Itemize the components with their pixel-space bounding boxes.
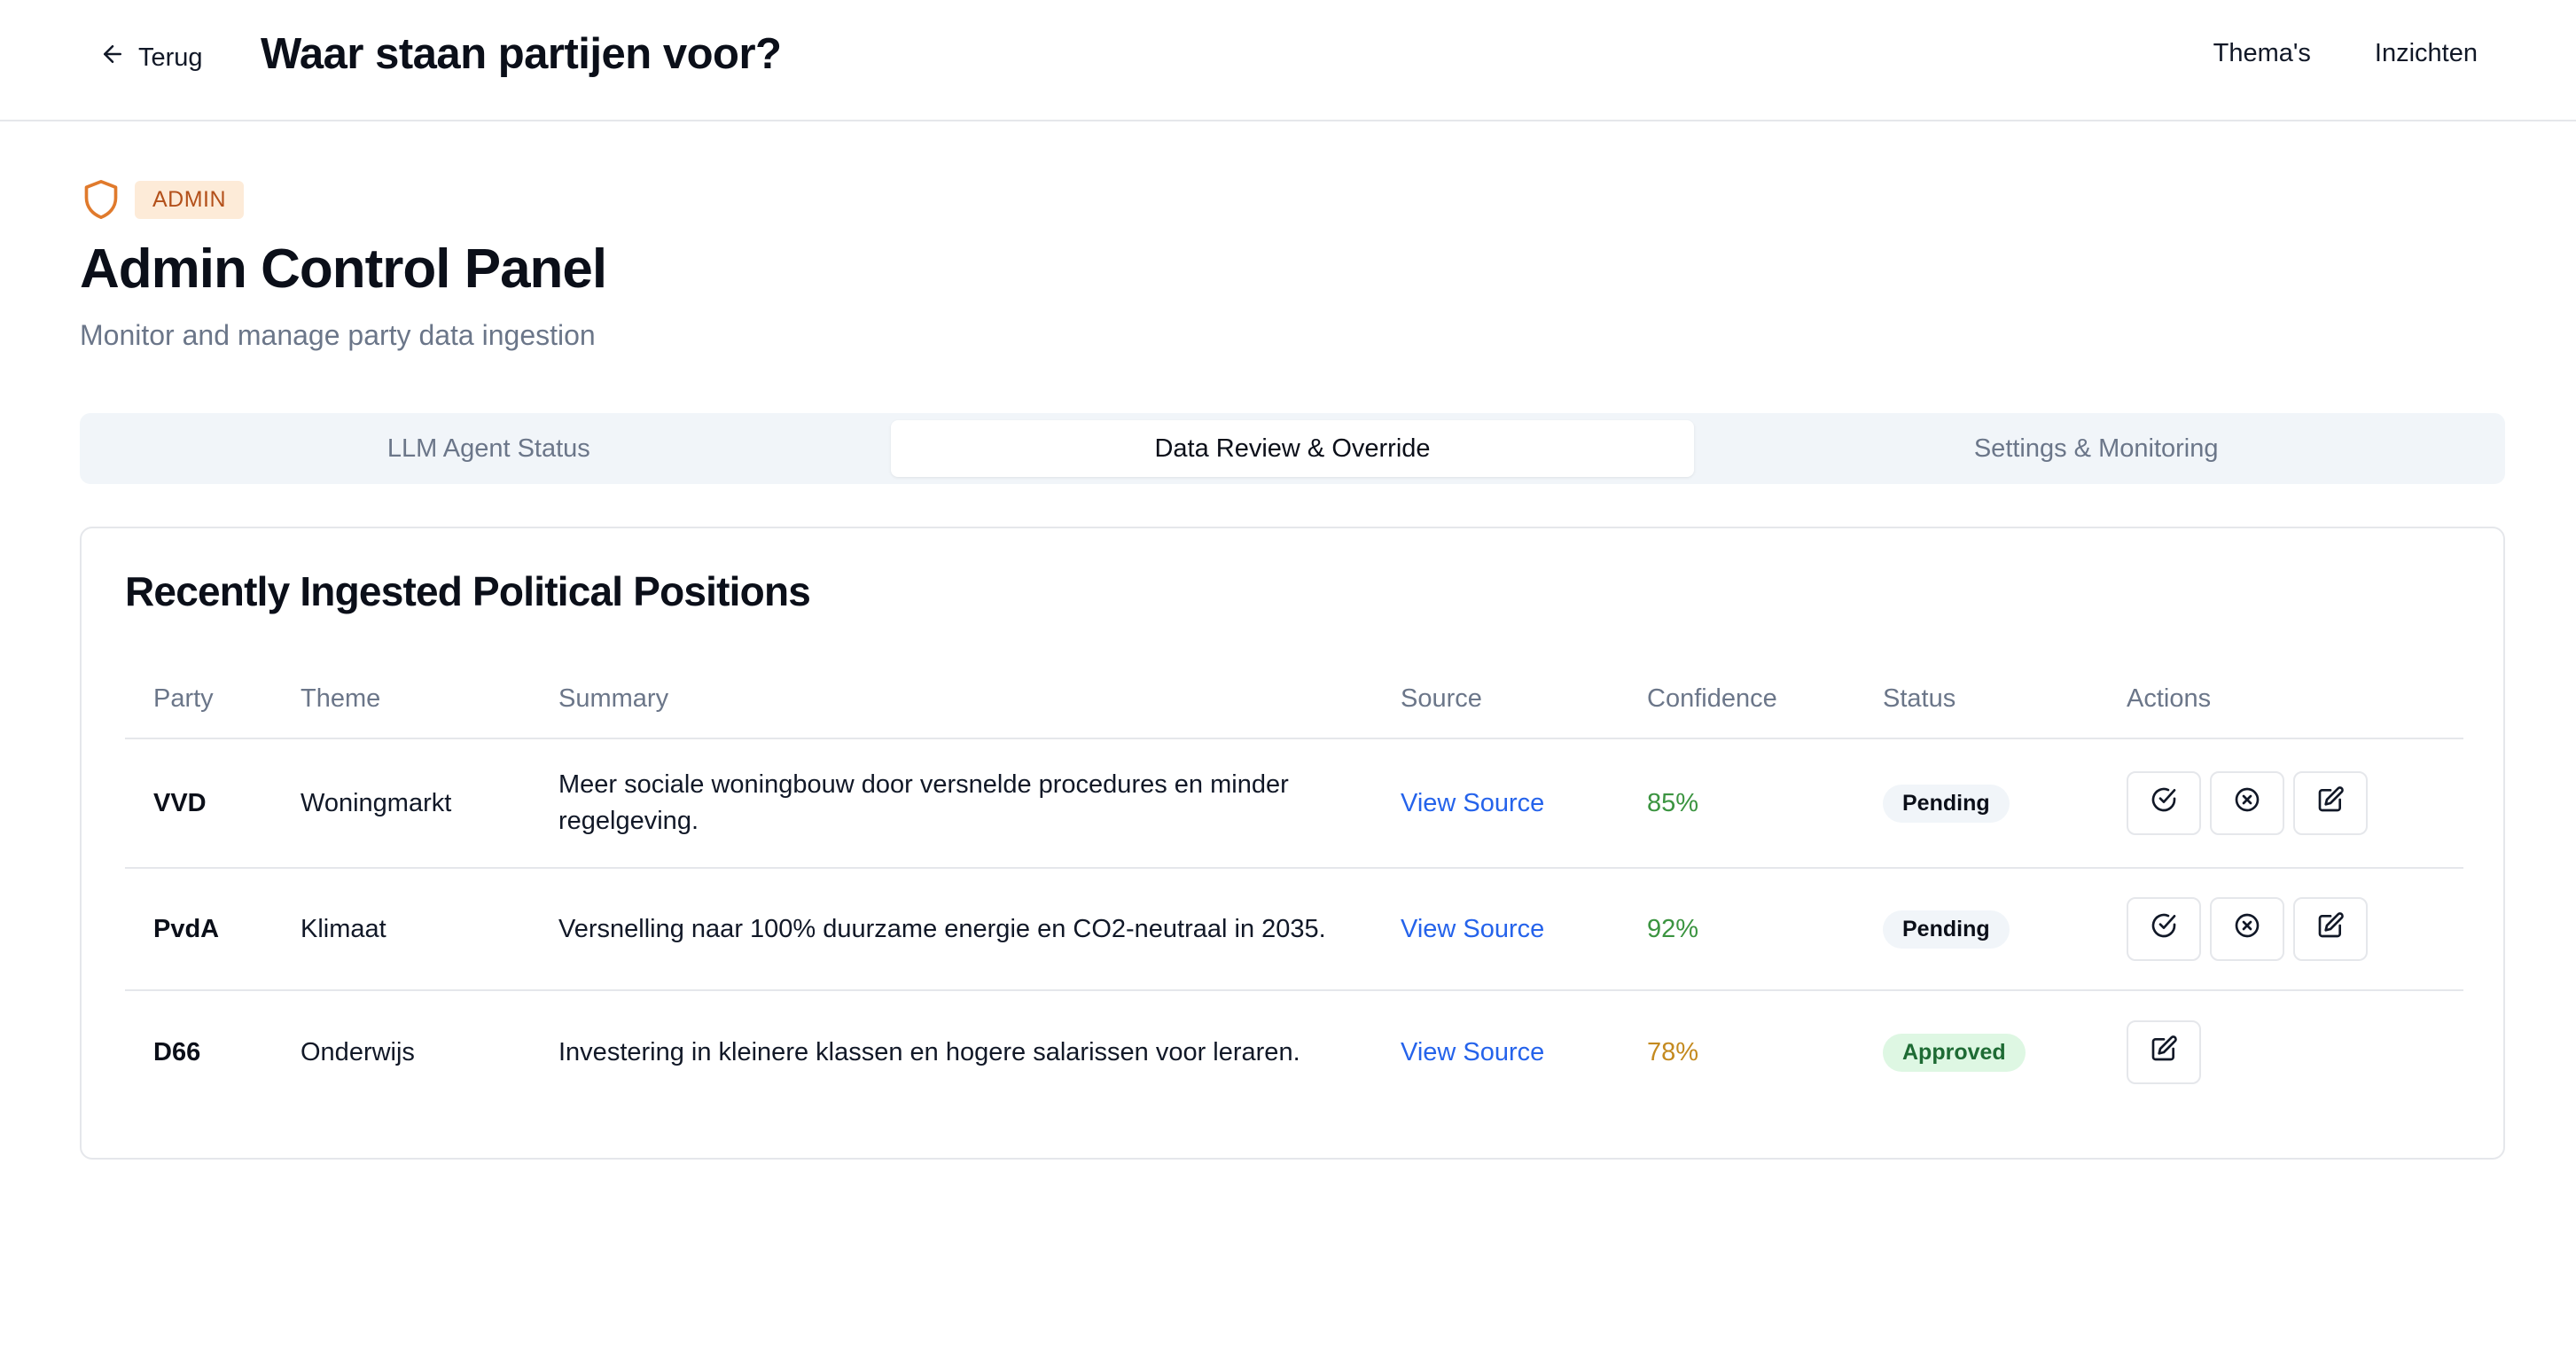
tab-llm-agent-status[interactable]: LLM Agent Status	[87, 420, 891, 477]
theme-cell: Onderwijs	[301, 1037, 415, 1066]
party-cell: VVD	[153, 788, 207, 817]
confidence-cell: 92%	[1647, 914, 1699, 943]
back-link[interactable]: Terug	[99, 39, 203, 76]
card-title: Recently Ingested Political Positions	[125, 568, 811, 614]
tab-data-review-override[interactable]: Data Review & Override	[890, 420, 1695, 477]
status-cell: Approved	[1854, 1033, 2098, 1072]
view-source-link[interactable]: View Source	[1401, 789, 1544, 817]
summary-cell: Meer sociale woningbouw door versnelde p…	[558, 770, 1289, 835]
tab-list: LLM Agent Status Data Review & Override …	[80, 413, 2505, 484]
status-badge: Approved	[1883, 1033, 2026, 1072]
view-source-link[interactable]: View Source	[1401, 915, 1544, 943]
nav-item-themas[interactable]: Thema's	[2213, 39, 2311, 68]
column-header-status: Status	[1883, 684, 1956, 713]
admin-badge-row: ADMIN	[82, 178, 245, 221]
edit-button[interactable]	[2293, 771, 2368, 835]
admin-badge: ADMIN	[135, 180, 245, 219]
main-nav: Thema's Inzichten	[2213, 39, 2478, 68]
column-header-party: Party	[153, 684, 214, 713]
table-header-row: Party Theme Summary Source Confidence St…	[125, 660, 2463, 739]
page-title: Admin Control Panel	[80, 238, 607, 300]
column-header-theme: Theme	[301, 684, 381, 713]
edit-icon	[2316, 911, 2345, 947]
theme-cell: Klimaat	[301, 914, 386, 943]
x-circle-icon	[2233, 785, 2261, 821]
source-cell: View Source	[1372, 915, 1619, 944]
confidence-cell: 78%	[1647, 1037, 1699, 1066]
confidence-cell: 85%	[1647, 788, 1699, 817]
source-cell: View Source	[1372, 1038, 1619, 1067]
nav-item-inzichten[interactable]: Inzichten	[2375, 39, 2478, 68]
column-header-confidence: Confidence	[1647, 684, 1777, 713]
summary-cell: Investering in kleinere klassen en hoger…	[558, 1037, 1300, 1066]
approve-button[interactable]	[2127, 771, 2201, 835]
positions-table: Party Theme Summary Source Confidence St…	[125, 660, 2463, 1113]
edit-icon	[2150, 1035, 2178, 1070]
back-label: Terug	[138, 43, 203, 72]
status-badge: Pending	[1883, 784, 2010, 823]
shield-icon	[82, 178, 121, 221]
status-cell: Pending	[1854, 784, 2098, 823]
approve-button[interactable]	[2127, 897, 2201, 961]
edit-button[interactable]	[2293, 897, 2368, 961]
check-circle-icon	[2150, 911, 2178, 947]
positions-card: Recently Ingested Political Positions Pa…	[80, 527, 2505, 1160]
theme-cell: Woningmarkt	[301, 788, 452, 817]
summary-cell: Versnelling naar 100% duurzame energie e…	[558, 914, 1326, 943]
actions-cell	[2098, 1020, 2463, 1084]
actions-cell	[2098, 771, 2463, 835]
reject-button[interactable]	[2210, 897, 2284, 961]
column-header-actions: Actions	[2127, 684, 2212, 713]
reject-button[interactable]	[2210, 771, 2284, 835]
site-title[interactable]: Waar staan partijen voor?	[261, 29, 782, 79]
column-header-summary: Summary	[558, 684, 669, 713]
party-cell: D66	[153, 1037, 201, 1066]
arrow-left-icon	[99, 41, 126, 74]
edit-button[interactable]	[2127, 1020, 2201, 1084]
table-row: D66 Onderwijs Investering in kleinere kl…	[125, 991, 2463, 1113]
party-cell: PvdA	[153, 914, 220, 943]
actions-cell	[2098, 897, 2463, 961]
tab-settings-monitoring[interactable]: Settings & Monitoring	[1694, 420, 2498, 477]
edit-icon	[2316, 785, 2345, 821]
x-circle-icon	[2233, 911, 2261, 947]
column-header-source: Source	[1401, 684, 1482, 713]
check-circle-icon	[2150, 785, 2178, 821]
top-header: Terug Waar staan partijen voor? Thema's …	[0, 0, 2576, 121]
table-row: PvdA Klimaat Versnelling naar 100% duurz…	[125, 869, 2463, 991]
status-cell: Pending	[1854, 910, 2098, 949]
table-row: VVD Woningmarkt Meer sociale woningbouw …	[125, 739, 2463, 869]
page-subtitle: Monitor and manage party data ingestion	[80, 319, 596, 351]
view-source-link[interactable]: View Source	[1401, 1038, 1544, 1066]
source-cell: View Source	[1372, 789, 1619, 818]
status-badge: Pending	[1883, 910, 2010, 949]
